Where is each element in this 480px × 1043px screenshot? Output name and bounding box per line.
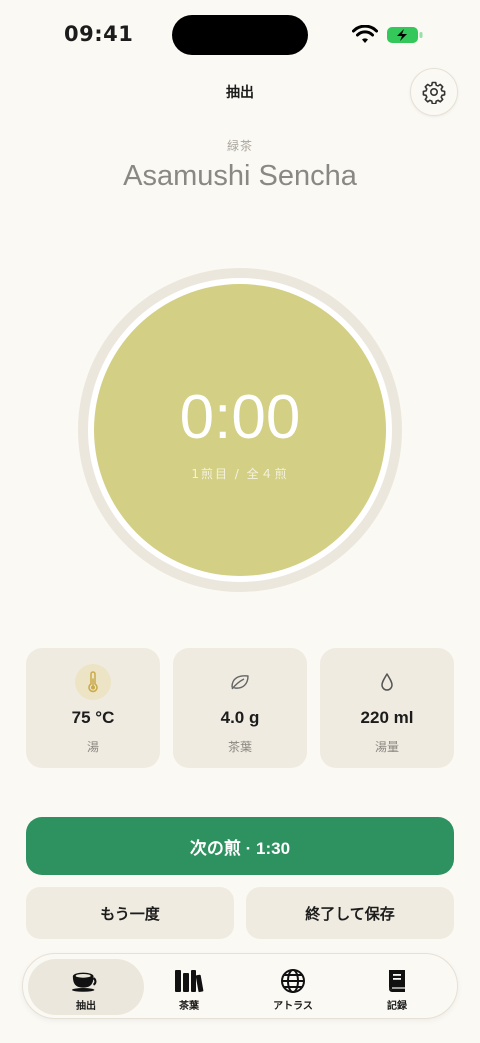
gear-icon xyxy=(422,81,446,104)
tab-tea-library-label: 茶葉 xyxy=(179,1001,199,1012)
water-volume-card[interactable]: 220 ml 湯量 xyxy=(320,648,454,768)
temperature-card[interactable]: 75 °C 湯 xyxy=(26,648,160,768)
dynamic-island xyxy=(172,15,308,55)
tea-category: 緑茶 xyxy=(226,139,253,153)
globe-icon xyxy=(278,967,308,995)
battery-charging-icon xyxy=(387,27,423,43)
settings-button[interactable] xyxy=(410,68,458,116)
tab-journal-label: 記録 xyxy=(387,1001,407,1012)
water-volume-value: 220 ml xyxy=(360,708,414,727)
leaf-icon xyxy=(222,664,258,700)
steep-count: 1煎目 / 全４煎 xyxy=(191,467,289,481)
library-icon xyxy=(174,967,204,995)
brew-screen: 09:41 抽出 緑茶 Asamushi Sencha 0:00 1煎目 / 全… xyxy=(0,0,480,1043)
repeat-button[interactable]: もう一度 xyxy=(26,887,234,939)
tab-tea-library[interactable]: 茶葉 xyxy=(137,959,241,1015)
water-volume-label: 湯量 xyxy=(374,740,399,754)
tab-atlas[interactable]: アトラス xyxy=(241,959,345,1015)
tab-bar: 抽出 茶葉 アトラス 記録 xyxy=(22,953,458,1019)
tab-atlas-label: アトラス xyxy=(273,1001,313,1012)
thermometer-icon xyxy=(75,664,111,700)
wifi-icon xyxy=(352,25,378,43)
leaf-amount-card[interactable]: 4.0 g 茶葉 xyxy=(173,648,307,768)
tea-name: Asamushi Sencha xyxy=(123,160,357,192)
leaf-amount-label: 茶葉 xyxy=(227,740,252,754)
tab-brew[interactable]: 抽出 xyxy=(28,959,144,1015)
timer-time: 0:00 xyxy=(179,383,301,452)
temperature-label: 湯 xyxy=(86,740,99,754)
tab-brew-label: 抽出 xyxy=(76,1001,96,1012)
tab-journal[interactable]: 記録 xyxy=(345,959,449,1015)
status-time: 09:41 xyxy=(64,22,134,46)
temperature-value: 75 °C xyxy=(71,708,115,727)
book-icon xyxy=(382,967,412,995)
next-steep-button[interactable]: 次の煎 · 1:30 xyxy=(26,817,454,875)
water-drop-icon xyxy=(369,664,405,700)
timer-dial[interactable]: 0:00 1煎目 / 全４煎 xyxy=(94,284,386,576)
page-title: 抽出 xyxy=(226,85,254,101)
finish-save-button[interactable]: 終了して保存 xyxy=(246,887,454,939)
teacup-icon xyxy=(71,967,101,995)
leaf-amount-value: 4.0 g xyxy=(220,708,260,727)
